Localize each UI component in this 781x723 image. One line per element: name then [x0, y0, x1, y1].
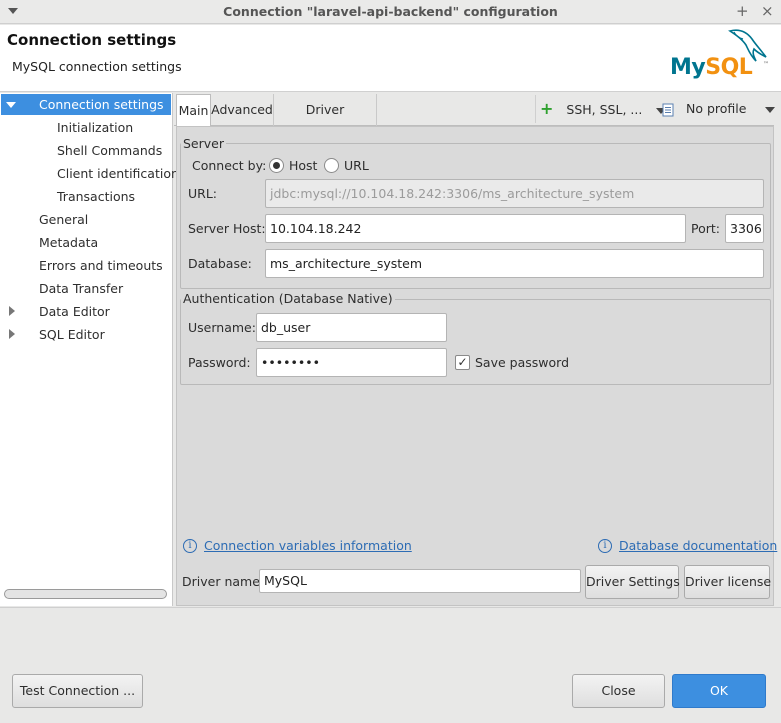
window-title: Connection "laravel-api-backend" configu…	[223, 4, 558, 19]
url-radio[interactable]	[324, 158, 339, 173]
database-documentation-link[interactable]: Database documentation	[619, 538, 777, 554]
tree-item-data-transfer[interactable]: Data Transfer	[39, 278, 123, 299]
mysql-logo: MySQL ™	[666, 27, 770, 87]
connect-by-label: Connect by:	[192, 158, 267, 173]
server-group-title: Server	[181, 136, 226, 151]
tree-item-transactions[interactable]: Transactions	[57, 186, 135, 207]
username-field[interactable]: db_user	[256, 313, 447, 342]
port-field[interactable]: 3306	[725, 214, 764, 243]
driver-name-field[interactable]: MySQL	[259, 569, 581, 593]
host-radio[interactable]	[269, 158, 284, 173]
url-field[interactable]: jdbc:mysql://10.104.18.242:3306/ms_archi…	[265, 179, 764, 208]
driver-settings-button[interactable]: Driver Settings	[585, 565, 680, 599]
driver-license-button[interactable]: Driver license	[684, 565, 771, 599]
port-label: Port:	[691, 221, 720, 236]
url-radio-label[interactable]: URL	[344, 158, 369, 174]
tree-item-client-identification[interactable]: Client identification	[57, 163, 179, 184]
settings-navigation-tree: Connection settings Initialization Shell…	[0, 93, 179, 606]
info-icon: i	[183, 539, 197, 553]
password-field[interactable]: ••••••••	[256, 348, 447, 377]
document-icon	[662, 103, 674, 116]
tab-driver-properties[interactable]: Driver properties	[274, 94, 377, 149]
authentication-group-title: Authentication (Database Native)	[181, 291, 395, 306]
chevron-down-icon	[765, 106, 776, 113]
horizontal-scrollbar[interactable]	[4, 589, 167, 599]
test-connection-button[interactable]: Test Connection ...	[12, 674, 143, 708]
tree-item-errors-and-timeouts[interactable]: Errors and timeouts	[39, 255, 163, 276]
window-titlebar: Connection "laravel-api-backend" configu…	[0, 0, 781, 24]
server-host-field[interactable]: 10.104.18.242	[265, 214, 686, 243]
dialog-header: Connection settings MySQL connection set…	[0, 25, 781, 92]
header-title: Connection settings	[7, 31, 177, 49]
host-radio-label[interactable]: Host	[289, 158, 317, 174]
save-password-label[interactable]: Save password	[475, 355, 569, 371]
tree-item-initialization[interactable]: Initialization	[57, 117, 133, 138]
expand-arrow-icon[interactable]	[9, 306, 15, 316]
save-password-checkbox[interactable]: ✓	[455, 355, 470, 370]
close-button[interactable]: Close	[572, 674, 665, 708]
tree-item-data-editor[interactable]: Data Editor	[0, 301, 170, 322]
tree-item-shell-commands[interactable]: Shell Commands	[57, 140, 162, 161]
driver-name-label: Driver name:	[182, 574, 265, 589]
username-label: Username:	[188, 320, 256, 335]
password-label: Password:	[188, 355, 251, 370]
close-icon[interactable]: ×	[761, 3, 774, 19]
tab-advanced[interactable]: Advanced	[211, 94, 274, 126]
database-field[interactable]: ms_architecture_system	[265, 249, 764, 278]
toolbar-separator	[535, 95, 536, 123]
expand-arrow-icon[interactable]	[6, 102, 16, 108]
logo-wordmark: MySQL	[670, 55, 753, 80]
header-subtitle: MySQL connection settings	[12, 59, 182, 74]
database-label: Database:	[188, 256, 252, 271]
tab-main[interactable]: Main	[176, 94, 211, 127]
pin-icon[interactable]: +	[736, 3, 749, 19]
dialog-button-bar: Test Connection ... Close OK	[0, 607, 781, 723]
tree-item-sql-editor[interactable]: SQL Editor	[0, 324, 170, 345]
profile-dropdown[interactable]: No profile	[662, 93, 776, 125]
tree-item-general[interactable]: General	[39, 209, 88, 230]
tree-item-connection-settings[interactable]: Connection settings	[1, 94, 171, 115]
main-settings-panel: Server Connect by: Host URL URL: jdbc:my…	[176, 126, 777, 606]
ssh-ssl-dropdown[interactable]: + SSH, SSL, ...	[540, 93, 667, 125]
plus-icon: +	[540, 99, 554, 118]
ok-button[interactable]: OK	[672, 674, 766, 708]
connection-variables-link[interactable]: Connection variables information	[204, 538, 412, 554]
tree-item-metadata[interactable]: Metadata	[39, 232, 98, 253]
server-host-label: Server Host:	[188, 221, 266, 236]
tab-strip: Main Advanced Driver properties + SSH, S…	[174, 93, 776, 149]
url-label: URL:	[188, 186, 218, 201]
info-icon: i	[598, 539, 612, 553]
expand-arrow-icon[interactable]	[9, 329, 15, 339]
